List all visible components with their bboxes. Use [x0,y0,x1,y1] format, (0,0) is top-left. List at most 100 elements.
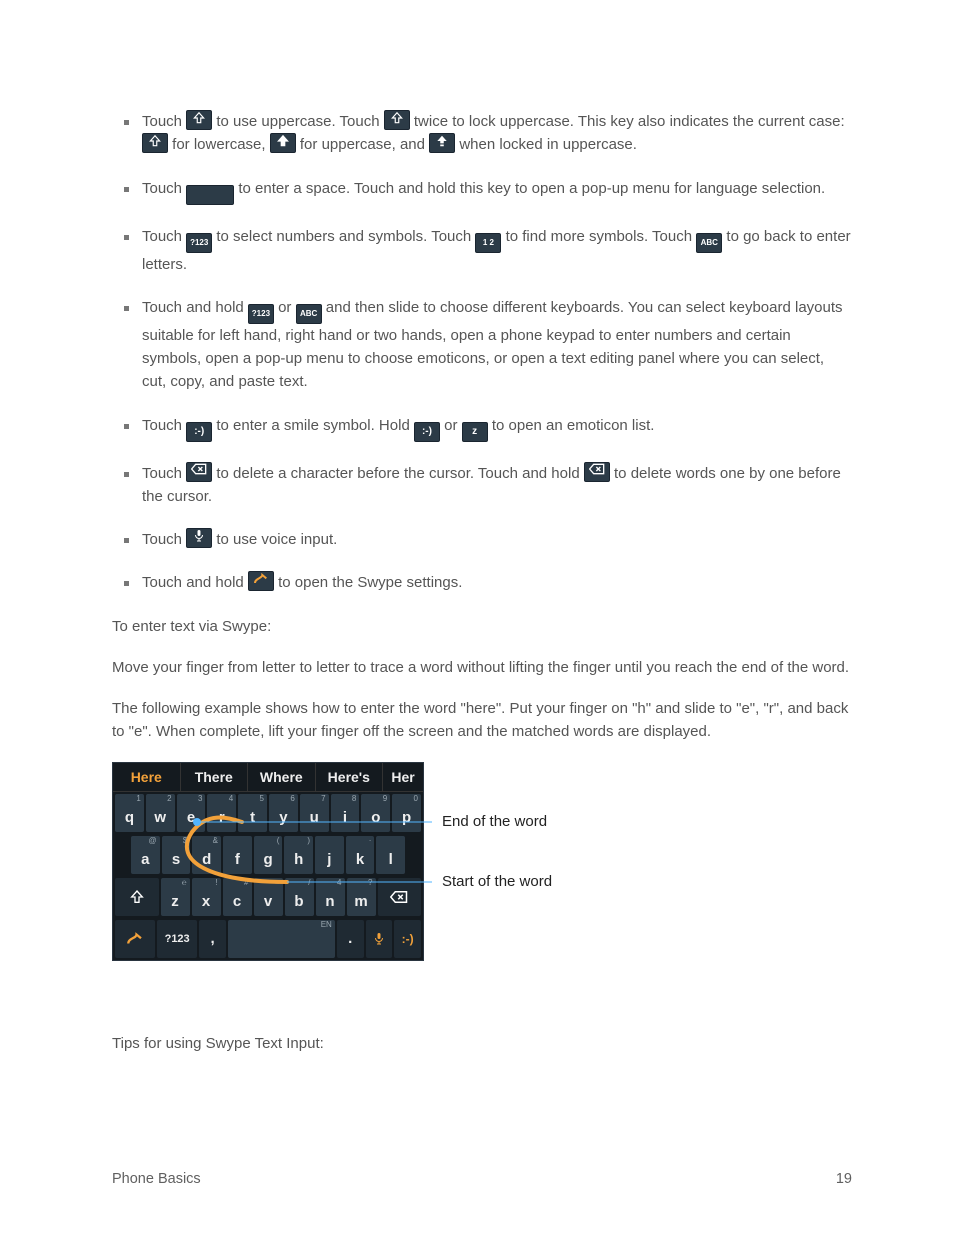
text: Touch [142,465,182,482]
more-symbols-icon: 1 2 [475,233,501,253]
text: Touch [142,228,182,245]
bullet-numbers-symbols: Touch ?123 to select numbers and symbols… [112,225,852,276]
key-g: g( [254,836,283,874]
paragraph-enter-swype: To enter text via Swype: [112,615,852,638]
space-key: EN [228,920,335,958]
q123-key-icon: ?123 [186,233,212,253]
paragraph-example: The following example shows how to enter… [112,697,852,744]
text: Touch and hold [142,574,244,591]
text: Touch [142,113,182,130]
shift-lowercase-icon [142,133,168,153]
key-func [115,878,159,916]
key-l: l [376,836,405,874]
text: Touch [142,417,182,434]
key-e: e3 [177,794,206,832]
mic-key [366,920,393,958]
key-h: h) [284,836,313,874]
bullet-swype-settings: Touch and hold to open the Swype setting… [112,571,852,594]
text: or [444,417,457,434]
text: Touch and hold [142,299,244,316]
key-x: x! [192,878,221,916]
key-row-1: q1w2e3r4t5y6u7i8o9p0 [113,792,423,834]
key-k: k· [346,836,375,874]
text: to open the Swype settings. [278,574,462,591]
text: for uppercase, and [300,136,425,153]
key-i: i8 [331,794,360,832]
key-y: y6 [269,794,298,832]
footer-page-number: 19 [836,1171,852,1187]
period-key: . [337,920,364,958]
abc-key-icon: ABC [696,233,722,253]
text: twice to lock uppercase. This key also i… [414,113,845,130]
key-u: u7 [300,794,329,832]
key-row-2: a@s$d&fg(h)jk·l [113,834,423,876]
text: Touch [142,180,182,197]
text: to find more symbols. Touch [506,228,692,245]
suggestion-bar: Here There Where Here's Her [113,763,423,792]
text: to select numbers and symbols. Touch [216,228,471,245]
key-a: a@ [131,836,160,874]
key-row-3: z℮x!c#v=b/n4m? [113,876,423,918]
suggestion: Where [248,763,316,791]
key-f: f [223,836,252,874]
keyboard-figure: Here There Where Here's Her q1w2e3r4t5y6… [112,762,852,1002]
bullet-keyboard-select: Touch and hold ?123 or ABC and then slid… [112,296,852,394]
text: to open an emoticon list. [492,417,655,434]
smile-key-icon: :-) [414,422,440,442]
text: when locked in uppercase. [459,136,637,153]
swype-key-icon [248,571,274,591]
key-func [378,878,422,916]
key-w: w2 [146,794,175,832]
shift-uppercase-icon [270,133,296,153]
mic-key-icon [186,528,212,548]
bullet-voice: Touch to use voice input. [112,528,852,551]
key-d: d& [192,836,221,874]
text: to enter a space. Touch and hold this ke… [238,180,825,197]
key-j: j [315,836,344,874]
key-p: p0 [392,794,421,832]
instruction-list: Touch to use uppercase. Touch twice to l… [112,110,852,595]
bullet-delete: Touch to delete a character before the c… [112,462,852,509]
key-m: m? [347,878,376,916]
abc-key-icon: ABC [296,304,322,324]
bullet-space: Touch to enter a space. Touch and hold t… [112,177,852,205]
text: to use uppercase. Touch [216,113,379,130]
smile-key-icon: :-) [186,422,212,442]
key-n: n4 [316,878,345,916]
key-z: z℮ [161,878,190,916]
q123-key: ?123 [157,920,197,958]
annotation-end: End of the word [442,813,547,830]
text: for lowercase, [172,136,265,153]
bullet-smile: Touch :-) to enter a smile symbol. Hold … [112,414,852,442]
suggestion: There [181,763,249,791]
q123-key-icon: ?123 [248,304,274,324]
paragraph-trace: Move your finger from letter to letter t… [112,656,852,679]
text: to delete a character before the cursor.… [216,465,579,482]
text: to use voice input. [216,531,337,548]
suggestion: Here's [316,763,384,791]
key-t: t5 [238,794,267,832]
page-footer: Phone Basics 19 [112,1171,852,1187]
paragraph-tips: Tips for using Swype Text Input: [112,1032,852,1055]
key-c: c# [223,878,252,916]
key-s: s$ [162,836,191,874]
text: to enter a smile symbol. Hold [216,417,409,434]
suggestion: Here [113,763,181,791]
suggestion: Her [383,763,423,791]
backspace-key-icon [584,462,610,482]
annotation-start: Start of the word [442,873,552,890]
text: Touch [142,531,182,548]
key-v: v= [254,878,283,916]
smile-key: :-) [394,920,421,958]
shift-key-icon [186,110,212,130]
shift-key-icon [384,110,410,130]
key-q: q1 [115,794,144,832]
bullet-uppercase: Touch to use uppercase. Touch twice to l… [112,110,852,157]
space-key-icon [186,185,234,205]
key-o: o9 [361,794,390,832]
comma-key: , [199,920,226,958]
swype-key [115,920,155,958]
key-b: b/ [285,878,314,916]
key-row-4: ?123 , EN . :-) [113,918,423,960]
keyboard-image: Here There Where Here's Her q1w2e3r4t5y6… [112,762,424,961]
